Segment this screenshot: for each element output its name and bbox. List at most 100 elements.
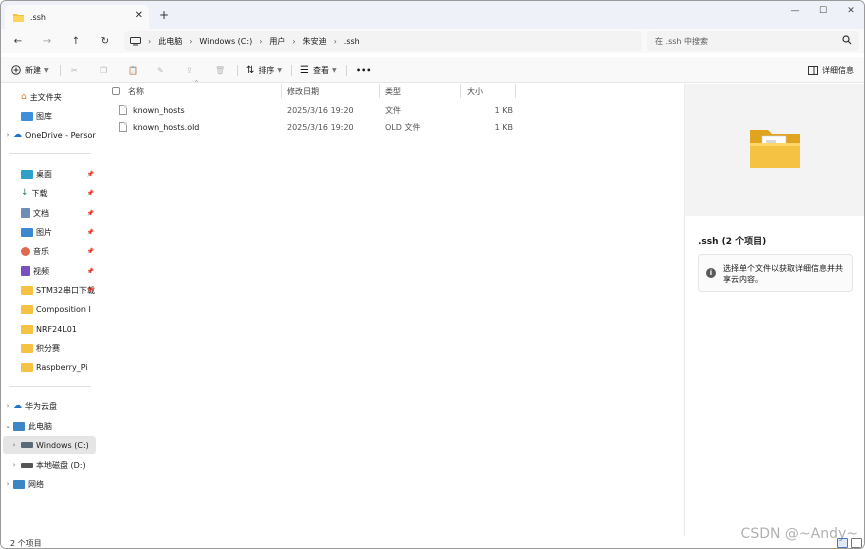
gallery-icon — [21, 111, 33, 121]
pin-icon[interactable]: 📌 — [87, 287, 94, 294]
item-count: 2 个项目 — [10, 539, 42, 548]
chevron-right-icon[interactable]: › — [9, 461, 19, 469]
drive-icon — [21, 442, 33, 448]
sidebar-item-desktop[interactable]: 桌面 📌 — [3, 165, 96, 183]
close-icon[interactable]: ✕ — [135, 10, 143, 21]
sidebar-item-this-pc[interactable]: ⌄ 此电脑 — [3, 417, 96, 435]
breadcrumb-this-pc[interactable]: 此电脑 — [158, 36, 182, 47]
delete-icon[interactable]: 🗑 — [215, 62, 225, 78]
column-header-name[interactable]: 名称 — [128, 84, 144, 98]
breadcrumb-c-drive[interactable]: Windows (C:) — [199, 37, 252, 46]
file-icon — [119, 105, 127, 115]
sidebar-item-documents[interactable]: 文档 📌 — [3, 204, 96, 222]
search-placeholder: 在 .ssh 中搜索 — [655, 36, 709, 46]
cut-icon[interactable]: ✂ — [71, 62, 78, 78]
preview-area — [685, 84, 864, 216]
up-button[interactable]: ↑ — [67, 33, 85, 49]
sort-button[interactable]: ⇅ 排序 ▼ — [246, 62, 282, 78]
file-modified: 2025/3/16 19:20 — [287, 105, 354, 115]
pin-icon[interactable]: 📌 — [87, 248, 94, 255]
tab-ssh[interactable]: .ssh ✕ — [5, 5, 149, 29]
sidebar-item-composition[interactable]: Composition I — [3, 300, 96, 318]
sidebar-item-stm32[interactable]: STM32串口下载 📌 — [3, 281, 96, 299]
file-modified: 2025/3/16 19:20 — [287, 122, 354, 132]
sidebar-item-pictures[interactable]: 图片 📌 — [3, 223, 96, 241]
more-options-button[interactable]: ••• — [356, 62, 371, 78]
sidebar-item-label: 华为云盘 — [25, 401, 57, 411]
file-type: OLD 文件 — [385, 122, 421, 132]
breadcrumb-users[interactable]: 用户 — [269, 36, 285, 47]
sidebar-item-huawei[interactable]: › ☁ 华为云盘 — [3, 397, 96, 415]
file-row[interactable]: known_hosts 2025/3/16 19:20 文件 1 KB — [111, 102, 616, 118]
details-pane-button[interactable]: 详细信息 — [808, 62, 854, 78]
sidebar-item-label: 图片 — [36, 227, 52, 237]
video-icon — [21, 266, 30, 276]
breadcrumb-user[interactable]: 朱安迪 — [303, 36, 327, 47]
navigation-pane: ⌂ 主文件夹 图库 › ☁ OneDrive - Persor 桌面 📌 ↓ 下… — [1, 84, 97, 536]
rename-icon[interactable]: ✎ — [157, 62, 164, 78]
refresh-button[interactable]: ↻ — [96, 33, 114, 49]
file-size: 1 KB — [494, 122, 513, 132]
cloud-icon: ☁ — [13, 401, 22, 411]
pin-icon[interactable]: 📌 — [87, 171, 94, 178]
sidebar-item-d-drive[interactable]: › 本地磁盘 (D:) — [3, 456, 96, 474]
chevron-right-icon: › — [148, 36, 152, 46]
sidebar-item-points[interactable]: 积分赛 — [3, 339, 96, 357]
view-button[interactable]: ☰ 查看 ▼ — [300, 62, 337, 78]
chevron-right-icon[interactable]: › — [3, 131, 13, 139]
share-icon[interactable]: ⇪ — [186, 62, 193, 78]
sidebar-item-label: 下载 — [31, 188, 48, 198]
file-row[interactable]: known_hosts.old 2025/3/16 19:20 OLD 文件 1… — [111, 119, 616, 135]
select-all-checkbox[interactable] — [112, 84, 120, 98]
sidebar-item-onedrive[interactable]: › ☁ OneDrive - Persor — [3, 126, 96, 144]
window-close-button[interactable]: ✕ — [835, 1, 864, 21]
column-divider[interactable] — [460, 84, 461, 98]
address-bar[interactable]: › 此电脑 › Windows (C:) › 用户 › 朱安迪 › .ssh — [124, 31, 642, 51]
column-divider[interactable] — [515, 84, 516, 98]
details-pane-icon — [808, 65, 818, 75]
forward-button[interactable]: → — [38, 33, 56, 49]
sidebar-item-music[interactable]: 音乐 📌 — [3, 242, 96, 260]
column-header-size[interactable]: 大小 — [467, 84, 483, 98]
sidebar-item-label: Windows (C:) — [36, 440, 89, 450]
chevron-right-icon[interactable]: › — [9, 441, 19, 449]
sidebar-item-c-drive[interactable]: › Windows (C:) — [3, 436, 96, 454]
folder-icon — [21, 343, 33, 353]
chevron-down-icon[interactable]: ⌄ — [3, 422, 13, 430]
sidebar-item-label: 桌面 — [36, 169, 52, 179]
sidebar-item-downloads[interactable]: ↓ 下载 📌 — [3, 184, 96, 202]
folder-icon — [21, 324, 33, 334]
chevron-right-icon[interactable]: › — [3, 480, 13, 488]
column-divider[interactable] — [379, 84, 380, 98]
file-icon — [119, 122, 127, 132]
sidebar-item-network[interactable]: › 网络 — [3, 475, 96, 493]
search-input[interactable]: 在 .ssh 中搜索 — [647, 31, 859, 51]
sidebar-item-home[interactable]: ⌂ 主文件夹 — [3, 88, 96, 106]
chevron-right-icon[interactable]: › — [3, 402, 13, 410]
monitor-icon — [130, 36, 141, 45]
title-bar: .ssh ✕ + — ☐ ✕ — [1, 1, 864, 29]
sort-ascending-icon: ^ — [194, 80, 200, 87]
pin-icon[interactable]: 📌 — [87, 268, 94, 275]
new-button[interactable]: 新建 ▼ — [11, 62, 49, 78]
column-header-type[interactable]: 类型 — [385, 84, 401, 98]
column-divider[interactable] — [281, 84, 282, 98]
new-tab-button[interactable]: + — [159, 8, 169, 22]
sidebar-item-gallery[interactable]: 图库 — [3, 107, 96, 125]
details-pane: .ssh (2 个项目) i 选择单个文件以获取详细信息并共享云内容。 — [684, 84, 864, 536]
back-button[interactable]: ← — [9, 33, 27, 49]
sidebar-item-videos[interactable]: 视频 📌 — [3, 262, 96, 280]
pin-icon[interactable]: 📌 — [87, 210, 94, 217]
paste-icon[interactable]: 📋 — [128, 62, 138, 78]
new-label: 新建 — [25, 65, 41, 75]
sidebar-item-label: NRF24L01 — [36, 324, 77, 334]
sidebar-item-raspberry[interactable]: Raspberry_Pi — [3, 358, 96, 376]
sidebar-item-label: 音乐 — [33, 246, 49, 256]
breadcrumb-ssh[interactable]: .ssh — [344, 37, 360, 46]
column-header-modified[interactable]: 修改日期 — [287, 84, 319, 98]
copy-icon[interactable]: ❐ — [100, 62, 107, 78]
pin-icon[interactable]: 📌 — [87, 229, 94, 236]
pin-icon[interactable]: 📌 — [87, 190, 94, 197]
file-size: 1 KB — [494, 105, 513, 115]
sidebar-item-nrf24l01[interactable]: NRF24L01 — [3, 320, 96, 338]
